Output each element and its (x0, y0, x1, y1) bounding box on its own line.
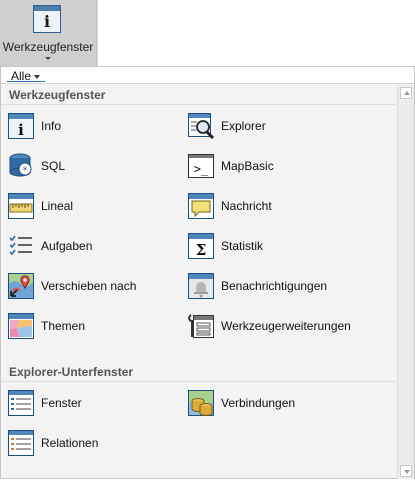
explorer-magnifier-icon (187, 112, 215, 140)
chevron-up-icon (404, 91, 410, 95)
item-mapbasic[interactable]: >_ MapBasic (187, 150, 274, 182)
chevron-down-icon (34, 74, 41, 79)
svg-text:i: i (18, 121, 24, 139)
item-label: Benachrichtigungen (221, 279, 328, 293)
info-icon: i (7, 112, 35, 140)
speech-bubble-icon (187, 192, 215, 220)
item-explorer[interactable]: Explorer (187, 110, 266, 142)
tool-window-gallery: Alle Werkzeugfenster i Info Explorer * S… (0, 66, 415, 479)
section-header-explorer-unterfenster: Explorer-Unterfenster (1, 362, 396, 382)
ruler-icon (7, 192, 35, 220)
chevron-down-icon (404, 470, 410, 474)
item-verbindungen[interactable]: Verbindungen (187, 387, 295, 419)
ribbon-divider (97, 0, 98, 66)
scroll-down-button[interactable] (400, 465, 412, 477)
item-label: Werkzeugerweiterungen (221, 319, 351, 333)
item-lineal[interactable]: Lineal (7, 190, 73, 222)
item-label: SQL (41, 159, 66, 173)
filter-underline (7, 81, 45, 82)
checklist-icon (7, 232, 35, 260)
item-aufgaben[interactable]: Aufgaben (7, 230, 92, 262)
item-label: Themen (41, 319, 86, 333)
item-statistik[interactable]: Σ Statistik (187, 230, 263, 262)
item-label: MapBasic (221, 159, 274, 173)
item-fenster[interactable]: Fenster (7, 387, 82, 419)
item-label: Explorer (221, 119, 266, 133)
item-label: Verschieben nach (41, 279, 137, 293)
item-label: Lineal (41, 199, 74, 213)
item-label: Info (41, 119, 62, 133)
item-verschieben-nach[interactable]: Verschieben nach (7, 270, 136, 302)
vertical-scrollbar[interactable] (397, 85, 414, 479)
item-benachrichtigungen[interactable]: Benachrichtigungen (187, 270, 327, 302)
item-nachricht[interactable]: Nachricht (187, 190, 272, 222)
svg-text:Σ: Σ (196, 241, 207, 259)
bell-icon (187, 272, 215, 300)
console-prompt-icon: >_ (187, 152, 215, 180)
filter-bar: Alle (1, 67, 414, 84)
item-label: Statistik (221, 239, 264, 253)
item-themen[interactable]: Themen (7, 310, 85, 342)
item-relationen[interactable]: Relationen (7, 427, 98, 459)
item-label: Fenster (41, 396, 82, 410)
move-to-map-icon (7, 272, 35, 300)
svg-text:>_: >_ (194, 162, 209, 176)
window-list-icon (7, 389, 35, 417)
item-label: Verbindungen (221, 396, 296, 410)
database-connections-icon (187, 389, 215, 417)
ribbon-button-label: Werkzeugfenster (2, 40, 94, 54)
gallery-content: Werkzeugfenster i Info Explorer * SQL >_… (1, 85, 396, 480)
chevron-down-icon (45, 57, 51, 60)
section-header-werkzeugfenster: Werkzeugfenster (1, 85, 396, 105)
info-window-icon: i (33, 5, 61, 33)
thematic-map-icon (7, 312, 35, 340)
item-label: Relationen (41, 436, 99, 450)
item-werkzeugerweiterungen[interactable]: Werkzeugerweiterungen (187, 310, 351, 342)
item-info[interactable]: i Info (7, 110, 61, 142)
svg-text:*: * (23, 166, 28, 176)
werkzeugfenster-ribbon-button[interactable]: i Werkzeugfenster (0, 0, 97, 66)
item-label: Nachricht (221, 199, 272, 213)
sql-database-icon: * (7, 152, 35, 180)
relations-list-icon (7, 429, 35, 457)
scroll-up-button[interactable] (400, 87, 412, 99)
item-sql[interactable]: * SQL (7, 150, 65, 182)
tool-extensions-icon (187, 312, 215, 340)
item-label: Aufgaben (41, 239, 93, 253)
sigma-icon: Σ (187, 232, 215, 260)
